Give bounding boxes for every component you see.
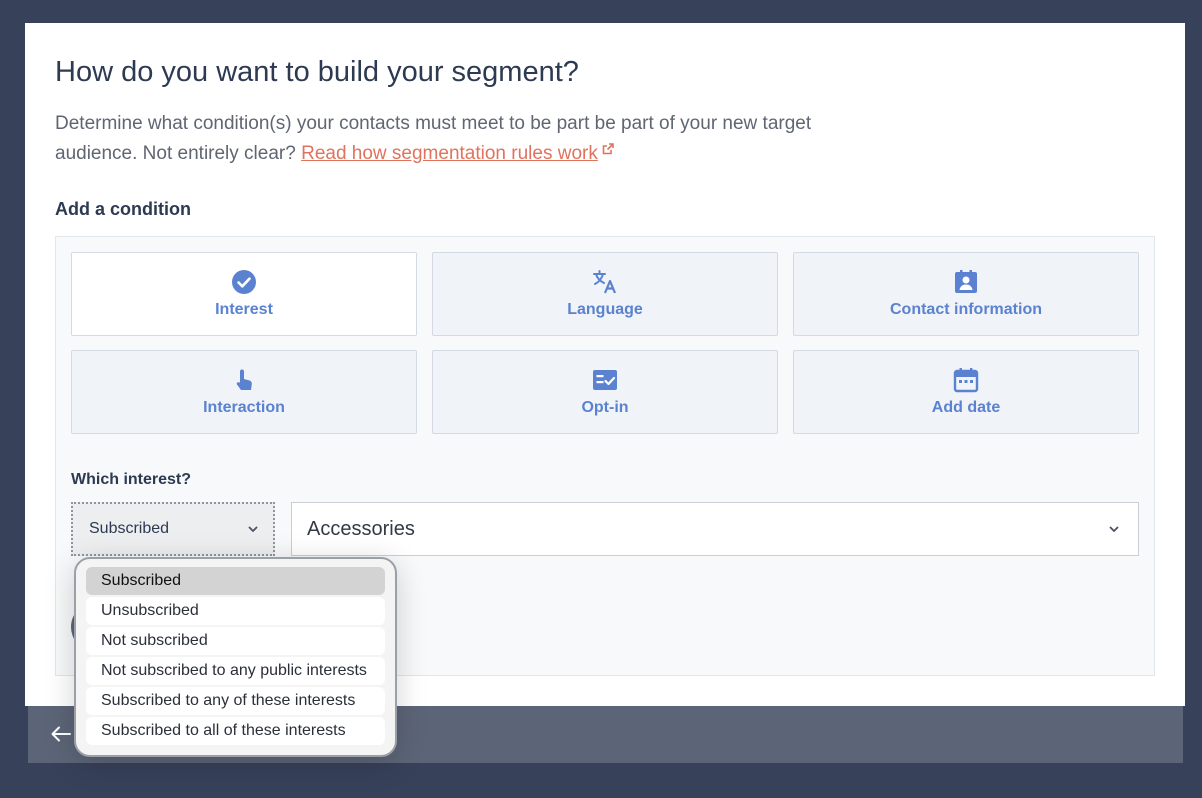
translate-icon [593, 270, 617, 294]
help-link-label: Read how segmentation rules work [301, 143, 598, 164]
interest-value: Accessories [307, 517, 415, 540]
dropdown-option-subscribed-any[interactable]: Subscribed to any of these interests [86, 687, 385, 715]
help-link[interactable]: Read how segmentation rules work [301, 143, 598, 164]
back-arrow-icon[interactable] [50, 725, 72, 743]
tap-icon [236, 369, 252, 390]
condition-tile-opt-in[interactable]: Opt-in [432, 350, 778, 434]
condition-tile-contact-information[interactable]: Contact information [793, 252, 1139, 336]
add-condition-heading: Add a condition [55, 199, 191, 219]
tile-label: Interaction [203, 399, 285, 416]
interest-select[interactable]: Accessories [291, 502, 1139, 556]
contact-card-icon [955, 270, 977, 293]
check-circle-icon [232, 270, 256, 294]
which-interest-label: Which interest? [71, 471, 192, 488]
condition-tile-add-date[interactable]: Add date [793, 350, 1139, 434]
tile-label: Opt-in [581, 399, 629, 416]
tile-label: Contact information [890, 301, 1042, 318]
page-title: How do you want to build your segment? [55, 56, 579, 88]
tile-label: Interest [215, 301, 273, 318]
tile-label: Add date [931, 399, 1001, 416]
dropdown-option-unsubscribed[interactable]: Unsubscribed [86, 597, 385, 625]
condition-tile-interest[interactable]: Interest [71, 252, 417, 336]
dropdown-option-subscribed-all[interactable]: Subscribed to all of these interests [86, 717, 385, 745]
tile-label: Language [567, 301, 643, 318]
chevron-down-icon [1109, 526, 1119, 532]
dropdown-option-not-subscribed-public[interactable]: Not subscribed to any public interests [86, 657, 385, 685]
checklist-icon [593, 370, 617, 390]
subscription-mode-dropdown: Subscribed Unsubscribed Not subscribed N… [74, 557, 397, 757]
dropdown-option-subscribed[interactable]: Subscribed [86, 567, 385, 595]
condition-tile-language[interactable]: Language [432, 252, 778, 336]
page-description: Determine what condition(s) your contact… [55, 109, 875, 169]
subscription-mode-select[interactable]: Subscribed [71, 502, 275, 556]
dropdown-option-not-subscribed[interactable]: Not subscribed [86, 627, 385, 655]
external-link-icon [602, 143, 614, 155]
condition-tile-interaction[interactable]: Interaction [71, 350, 417, 434]
chevron-down-icon [248, 526, 258, 532]
subscription-mode-value: Subscribed [89, 520, 170, 537]
calendar-icon [953, 368, 979, 393]
